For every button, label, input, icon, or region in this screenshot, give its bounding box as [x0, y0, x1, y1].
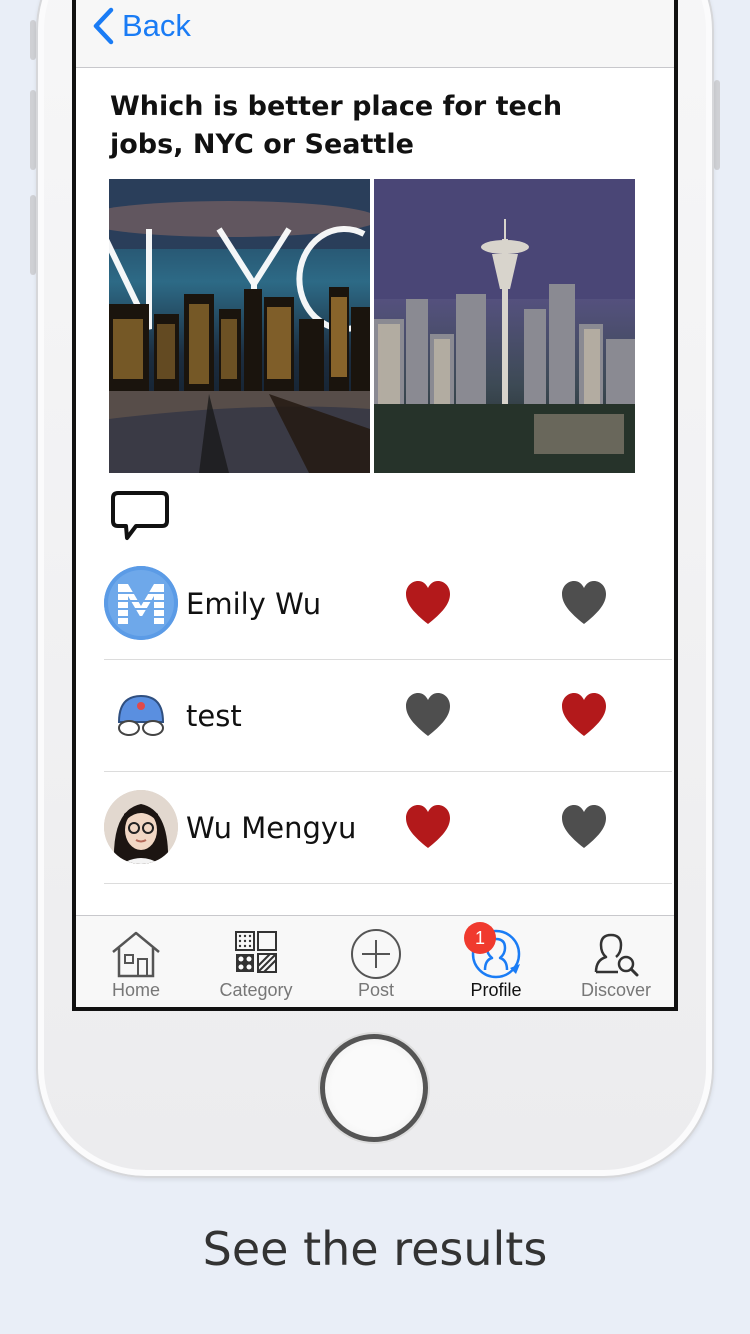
username[interactable]: test — [186, 660, 242, 772]
tab-discover[interactable]: Discover — [556, 916, 674, 1007]
tab-label: Profile — [470, 980, 522, 1000]
tab-label: Discover — [580, 980, 651, 1000]
app-screen: Back Which is better place for tech jobs… — [72, 0, 678, 1011]
tab-profile[interactable]: 1 Profile — [436, 916, 556, 1007]
seattle-photo[interactable] — [374, 179, 635, 473]
letter-m-avatar-icon — [104, 566, 178, 640]
home-button[interactable] — [320, 1034, 428, 1142]
heart-icon — [562, 693, 606, 736]
tab-post[interactable]: Post — [316, 916, 436, 1007]
post-question: Which is better place for tech jobs, NYC… — [110, 91, 563, 160]
vote-row: test — [104, 660, 672, 772]
vote-row: Wu Mengyu — [104, 772, 672, 884]
nyc-skyline-image — [109, 179, 370, 473]
back-label: Back — [122, 8, 191, 43]
robot-avatar-icon — [117, 694, 165, 736]
promo-caption: See the results — [202, 1222, 548, 1276]
tab-home[interactable]: Home — [76, 916, 196, 1007]
heart-icon — [406, 693, 450, 736]
person-photo-avatar — [104, 790, 178, 864]
home-icon — [112, 931, 160, 978]
username[interactable]: Wu Mengyu — [186, 772, 356, 884]
vote-row: Emily Wu — [104, 548, 672, 660]
tab-label: Post — [357, 980, 395, 1000]
tab-label: Category — [219, 980, 293, 1000]
power-button — [714, 80, 720, 170]
speech-bubble-icon — [111, 491, 169, 540]
notification-badge: 1 — [464, 922, 496, 954]
navigation-bar: Back — [76, 0, 674, 68]
heart-icon — [406, 805, 450, 848]
tab-bar: Home Category Post 1 Profile Discover — [76, 915, 674, 1007]
tab-category[interactable]: Category — [196, 916, 316, 1007]
heart-icon — [562, 581, 606, 624]
username[interactable]: Emily Wu — [186, 548, 321, 660]
comment-button[interactable] — [110, 490, 170, 548]
heart-icon — [406, 581, 450, 624]
nyc-photo[interactable] — [109, 179, 370, 473]
avatar[interactable] — [104, 678, 178, 752]
chevron-left-icon — [93, 7, 114, 45]
discover-icon — [594, 933, 639, 977]
heart-icon — [562, 805, 606, 848]
category-icon — [235, 931, 277, 973]
back-button[interactable]: Back — [92, 6, 191, 46]
tab-label: Home — [111, 980, 160, 1000]
plus-circle-icon — [351, 929, 401, 979]
avatar[interactable] — [104, 566, 178, 640]
seattle-skyline-image — [374, 179, 635, 473]
avatar[interactable] — [104, 790, 178, 864]
